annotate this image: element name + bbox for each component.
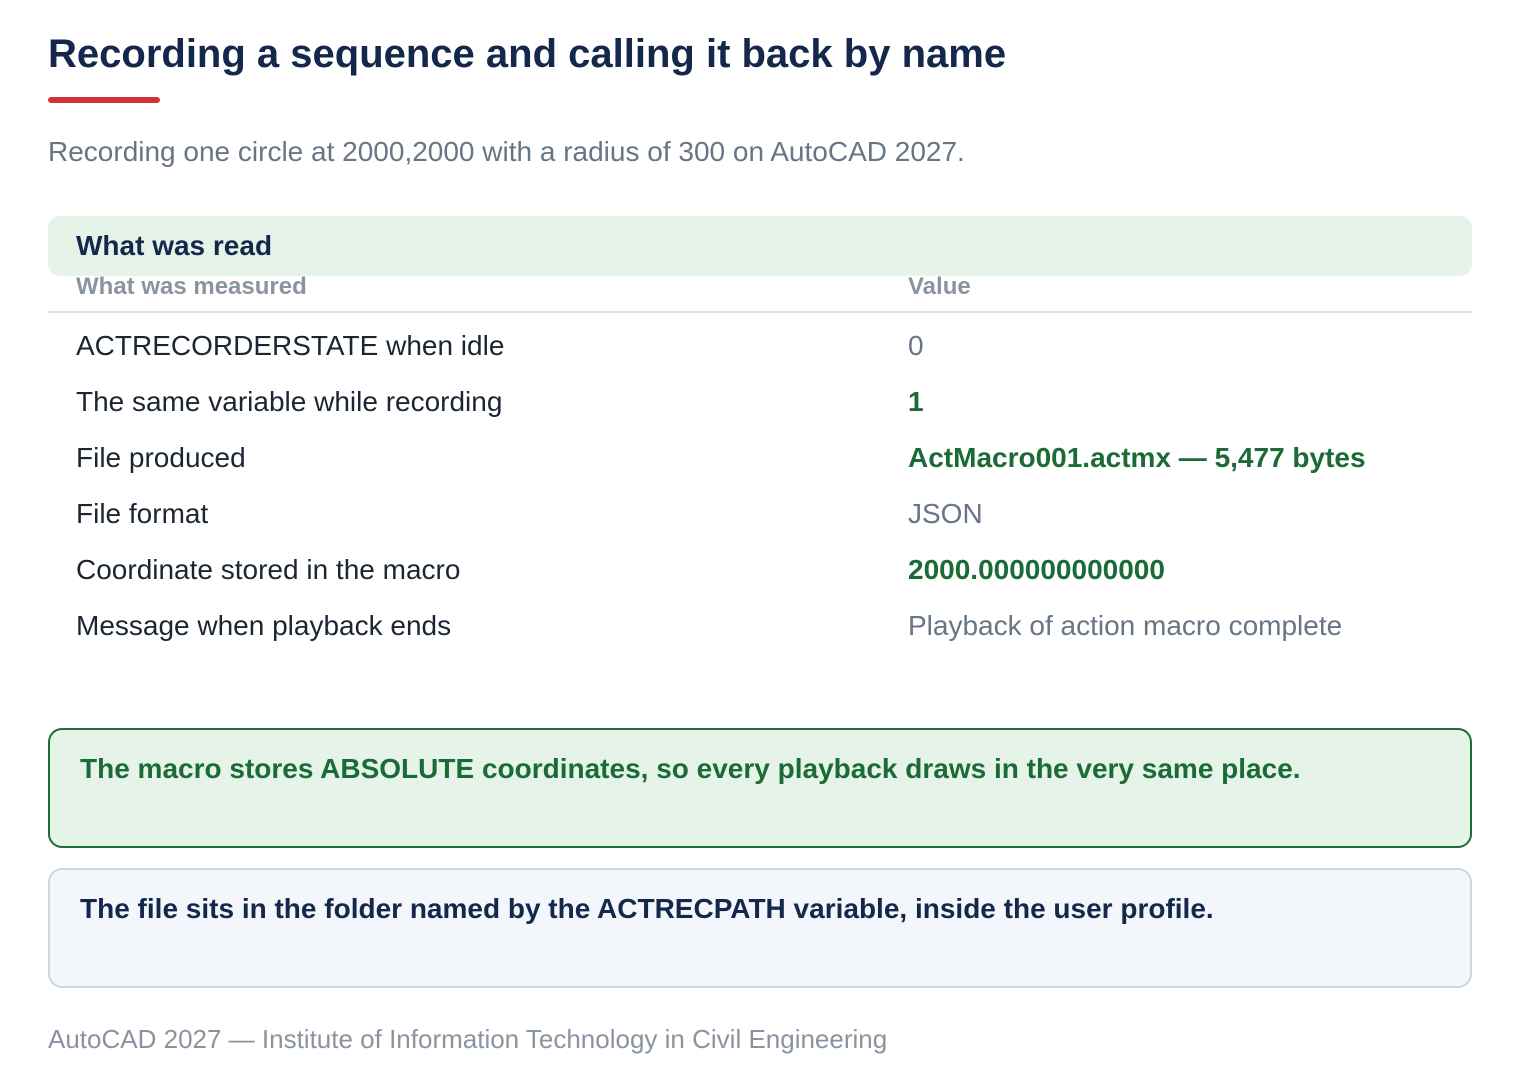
- row-label: File produced: [76, 442, 246, 473]
- table-row: Coordinate stored in the macro 2000.0000…: [0, 552, 1520, 608]
- title-accent-rule: [48, 97, 160, 103]
- page-subtitle: Recording one circle at 2000,2000 with a…: [48, 136, 965, 167]
- column-header-value: Value: [908, 273, 971, 300]
- row-label: Coordinate stored in the macro: [76, 554, 461, 585]
- row-value: 0: [908, 330, 924, 361]
- row-value: Playback of action macro complete: [908, 610, 1343, 641]
- table-row: The same variable while recording 1: [0, 384, 1520, 440]
- page-footer: AutoCAD 2027 — Institute of Information …: [48, 1024, 888, 1054]
- row-label: ACTRECORDERSTATE when idle: [76, 330, 505, 361]
- table-header-divider: [48, 311, 1472, 313]
- table-row: File produced ActMacro001.actmx — 5,477 …: [0, 440, 1520, 496]
- table-row: Message when playback ends Playback of a…: [0, 608, 1520, 664]
- row-value: 2000.000000000000: [908, 554, 1165, 585]
- info-callout-text: The file sits in the folder named by the…: [80, 893, 1214, 924]
- row-value: JSON: [908, 498, 983, 529]
- success-callout: The macro stores ABSOLUTE coordinates, s…: [48, 728, 1472, 848]
- page-title: Recording a sequence and calling it back…: [48, 32, 1007, 76]
- row-value: 1: [908, 386, 924, 417]
- row-value: ActMacro001.actmx — 5,477 bytes: [908, 442, 1366, 473]
- section-header: What was read: [48, 216, 1472, 276]
- table-row: ACTRECORDERSTATE when idle 0: [0, 328, 1520, 384]
- row-label: File format: [76, 498, 209, 529]
- column-header-measured: What was measured: [76, 273, 307, 300]
- row-label: Message when playback ends: [76, 610, 452, 641]
- row-label: The same variable while recording: [76, 386, 503, 417]
- success-callout-text: The macro stores ABSOLUTE coordinates, s…: [80, 753, 1301, 784]
- table-row: File format JSON: [0, 496, 1520, 552]
- info-callout: The file sits in the folder named by the…: [48, 868, 1472, 988]
